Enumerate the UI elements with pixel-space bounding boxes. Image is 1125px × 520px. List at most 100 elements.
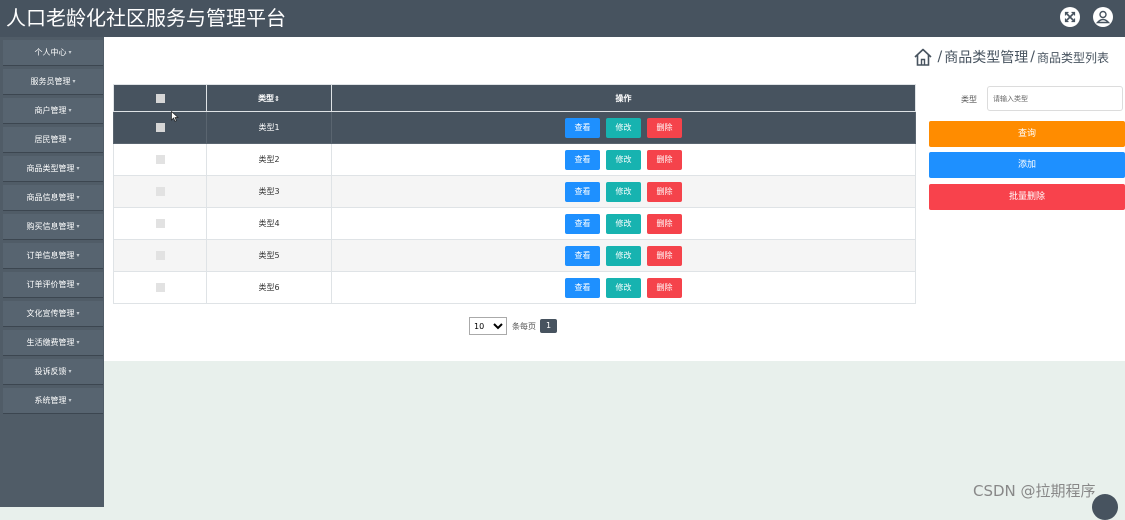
view-button[interactable]: 查看 — [565, 277, 600, 298]
sidebar-item-label: 文化宣传管理 — [26, 309, 75, 318]
type-column-header[interactable]: 类型⇕ — [206, 84, 332, 112]
edit-button[interactable]: 修改 — [606, 277, 641, 298]
sidebar-item[interactable]: 居民管理 ▾ — [3, 127, 103, 153]
sidebar-item[interactable]: 生活缴费管理 ▾ — [3, 330, 103, 356]
table-row: 类型2 查看 修改 删除 — [113, 143, 916, 176]
breadcrumb-separator: / — [937, 49, 943, 65]
actions-column-header: 操作 — [331, 84, 916, 112]
row-checkbox[interactable] — [155, 155, 165, 164]
row-select-cell — [113, 175, 207, 208]
type-cell: 类型4 — [206, 207, 332, 240]
sidebar-item[interactable]: 服务员管理 ▾ — [3, 69, 103, 95]
pagination: 10 条每页 1 — [469, 317, 557, 335]
home-icon[interactable] — [912, 46, 934, 68]
table-row: 类型3 查看 修改 删除 — [113, 175, 916, 208]
chevron-down-icon: ▾ — [76, 339, 80, 346]
view-button[interactable]: 查看 — [565, 213, 600, 234]
chevron-down-icon: ▾ — [76, 223, 80, 230]
sidebar-item-label: 系统管理 — [34, 396, 67, 405]
row-checkbox[interactable] — [155, 251, 165, 260]
row-select-cell — [113, 271, 207, 304]
sidebar-item[interactable]: 投诉反馈 ▾ — [3, 359, 103, 385]
sidebar-item[interactable]: 订单评价管理 ▾ — [3, 272, 103, 298]
type-table: 类型⇕ 操作 类型1 查看 修改 删除 类型2 查看 修改 删除 类型3 查看 修改 删除 类型4 查看修… — [113, 84, 916, 304]
delete-button[interactable]: 删除 — [647, 117, 682, 138]
sidebar-item[interactable]: 购买信息管理 ▾ — [3, 214, 103, 240]
view-button[interactable]: 查看 — [565, 181, 600, 202]
delete-button[interactable]: 删除 — [647, 149, 682, 170]
view-button[interactable]: 查看 — [565, 245, 600, 266]
table-row: 类型5 查看 修改 删除 — [113, 239, 916, 272]
chevron-down-icon: ▾ — [68, 397, 72, 404]
sidebar-item-label: 生活缴费管理 — [26, 338, 75, 347]
user-icon[interactable] — [1093, 7, 1113, 27]
delete-button[interactable]: 删除 — [647, 277, 682, 298]
sidebar-item[interactable]: 商品信息管理 ▾ — [3, 185, 103, 211]
delete-button[interactable]: 删除 — [647, 213, 682, 234]
edit-button[interactable]: 修改 — [606, 117, 641, 138]
breadcrumb-separator: / — [1030, 49, 1035, 65]
sidebar-item-label: 居民管理 — [34, 135, 67, 144]
row-checkbox[interactable] — [155, 283, 165, 292]
type-search-label: 类型 — [961, 95, 977, 104]
type-search-input[interactable] — [987, 86, 1123, 111]
actions-cell: 查看 修改 删除 — [331, 271, 916, 304]
sidebar-item[interactable]: 系统管理 ▾ — [3, 388, 103, 414]
row-select-cell — [113, 207, 207, 240]
sidebar-item-label: 商户管理 — [34, 106, 67, 115]
row-checkbox[interactable] — [155, 219, 165, 228]
row-checkbox[interactable] — [155, 187, 165, 196]
mouse-cursor-icon — [171, 111, 179, 122]
view-button[interactable]: 查看 — [565, 117, 600, 138]
sidebar-item[interactable]: 商品类型管理 ▾ — [3, 156, 103, 182]
type-cell: 类型6 — [206, 271, 332, 304]
breadcrumb-current: 商品类型列表 — [1036, 50, 1109, 65]
fullscreen-icon[interactable] — [1060, 7, 1080, 27]
chevron-down-icon: ▾ — [68, 136, 72, 143]
add-button[interactable]: 添加 — [929, 152, 1125, 178]
sort-icon[interactable]: ⇕ — [274, 95, 280, 103]
chevron-down-icon: ▾ — [68, 107, 72, 114]
app-title: 人口老龄化社区服务与管理平台 — [6, 6, 286, 30]
sidebar-item[interactable]: 商户管理 ▾ — [3, 98, 103, 124]
edit-button[interactable]: 修改 — [606, 149, 641, 170]
breadcrumb-section[interactable]: 商品类型管理 — [944, 47, 1028, 67]
actions-cell: 查看 修改 删除 — [331, 111, 916, 144]
edit-button[interactable]: 修改 — [606, 245, 641, 266]
sidebar-item-label: 购买信息管理 — [26, 222, 75, 231]
row-select-cell — [113, 239, 207, 272]
batch-delete-button[interactable]: 批量删除 — [929, 184, 1125, 210]
actions-cell: 查看 修改 删除 — [331, 207, 916, 240]
sidebar-item-label: 商品信息管理 — [26, 193, 75, 202]
delete-button[interactable]: 删除 — [647, 181, 682, 202]
breadcrumb: / 商品类型管理 / 商品类型列表 — [912, 46, 1109, 68]
actions-cell: 查看 修改 删除 — [331, 175, 916, 208]
edit-button[interactable]: 修改 — [606, 181, 641, 202]
page-size-select[interactable]: 10 — [469, 317, 507, 335]
chevron-down-icon: ▾ — [76, 165, 80, 172]
sidebar-item-label: 投诉反馈 — [34, 367, 67, 376]
edit-button[interactable]: 修改 — [606, 213, 641, 234]
table-header: 类型⇕ 操作 — [113, 84, 916, 112]
sidebar-item[interactable]: 文化宣传管理 ▾ — [3, 301, 103, 327]
per-page-label: 条每页 — [512, 321, 536, 331]
chevron-down-icon: ▾ — [76, 252, 80, 259]
sidebar-item-label: 商品类型管理 — [26, 164, 75, 173]
sidebar-item-label: 订单信息管理 — [26, 251, 75, 260]
row-checkbox[interactable] — [155, 123, 165, 132]
chevron-down-icon: ▾ — [76, 281, 80, 288]
view-button[interactable]: 查看 — [565, 149, 600, 170]
sidebar-item[interactable]: 订单信息管理 ▾ — [3, 243, 103, 269]
query-button[interactable]: 查询 — [929, 121, 1125, 147]
scroll-top-button[interactable] — [1092, 494, 1118, 520]
sidebar-item[interactable]: 个人中心 ▾ — [3, 40, 103, 66]
row-select-cell — [113, 143, 207, 176]
table-row: 类型4 查看 修改 删除 — [113, 207, 916, 240]
select-all-checkbox[interactable] — [155, 93, 165, 103]
chevron-down-icon: ▾ — [76, 310, 80, 317]
sidebar-item-label: 服务员管理 — [30, 77, 71, 86]
page-1-button[interactable]: 1 — [540, 319, 557, 333]
type-cell: 类型2 — [206, 143, 332, 176]
type-cell: 类型1 — [206, 111, 332, 144]
delete-button[interactable]: 删除 — [647, 245, 682, 266]
